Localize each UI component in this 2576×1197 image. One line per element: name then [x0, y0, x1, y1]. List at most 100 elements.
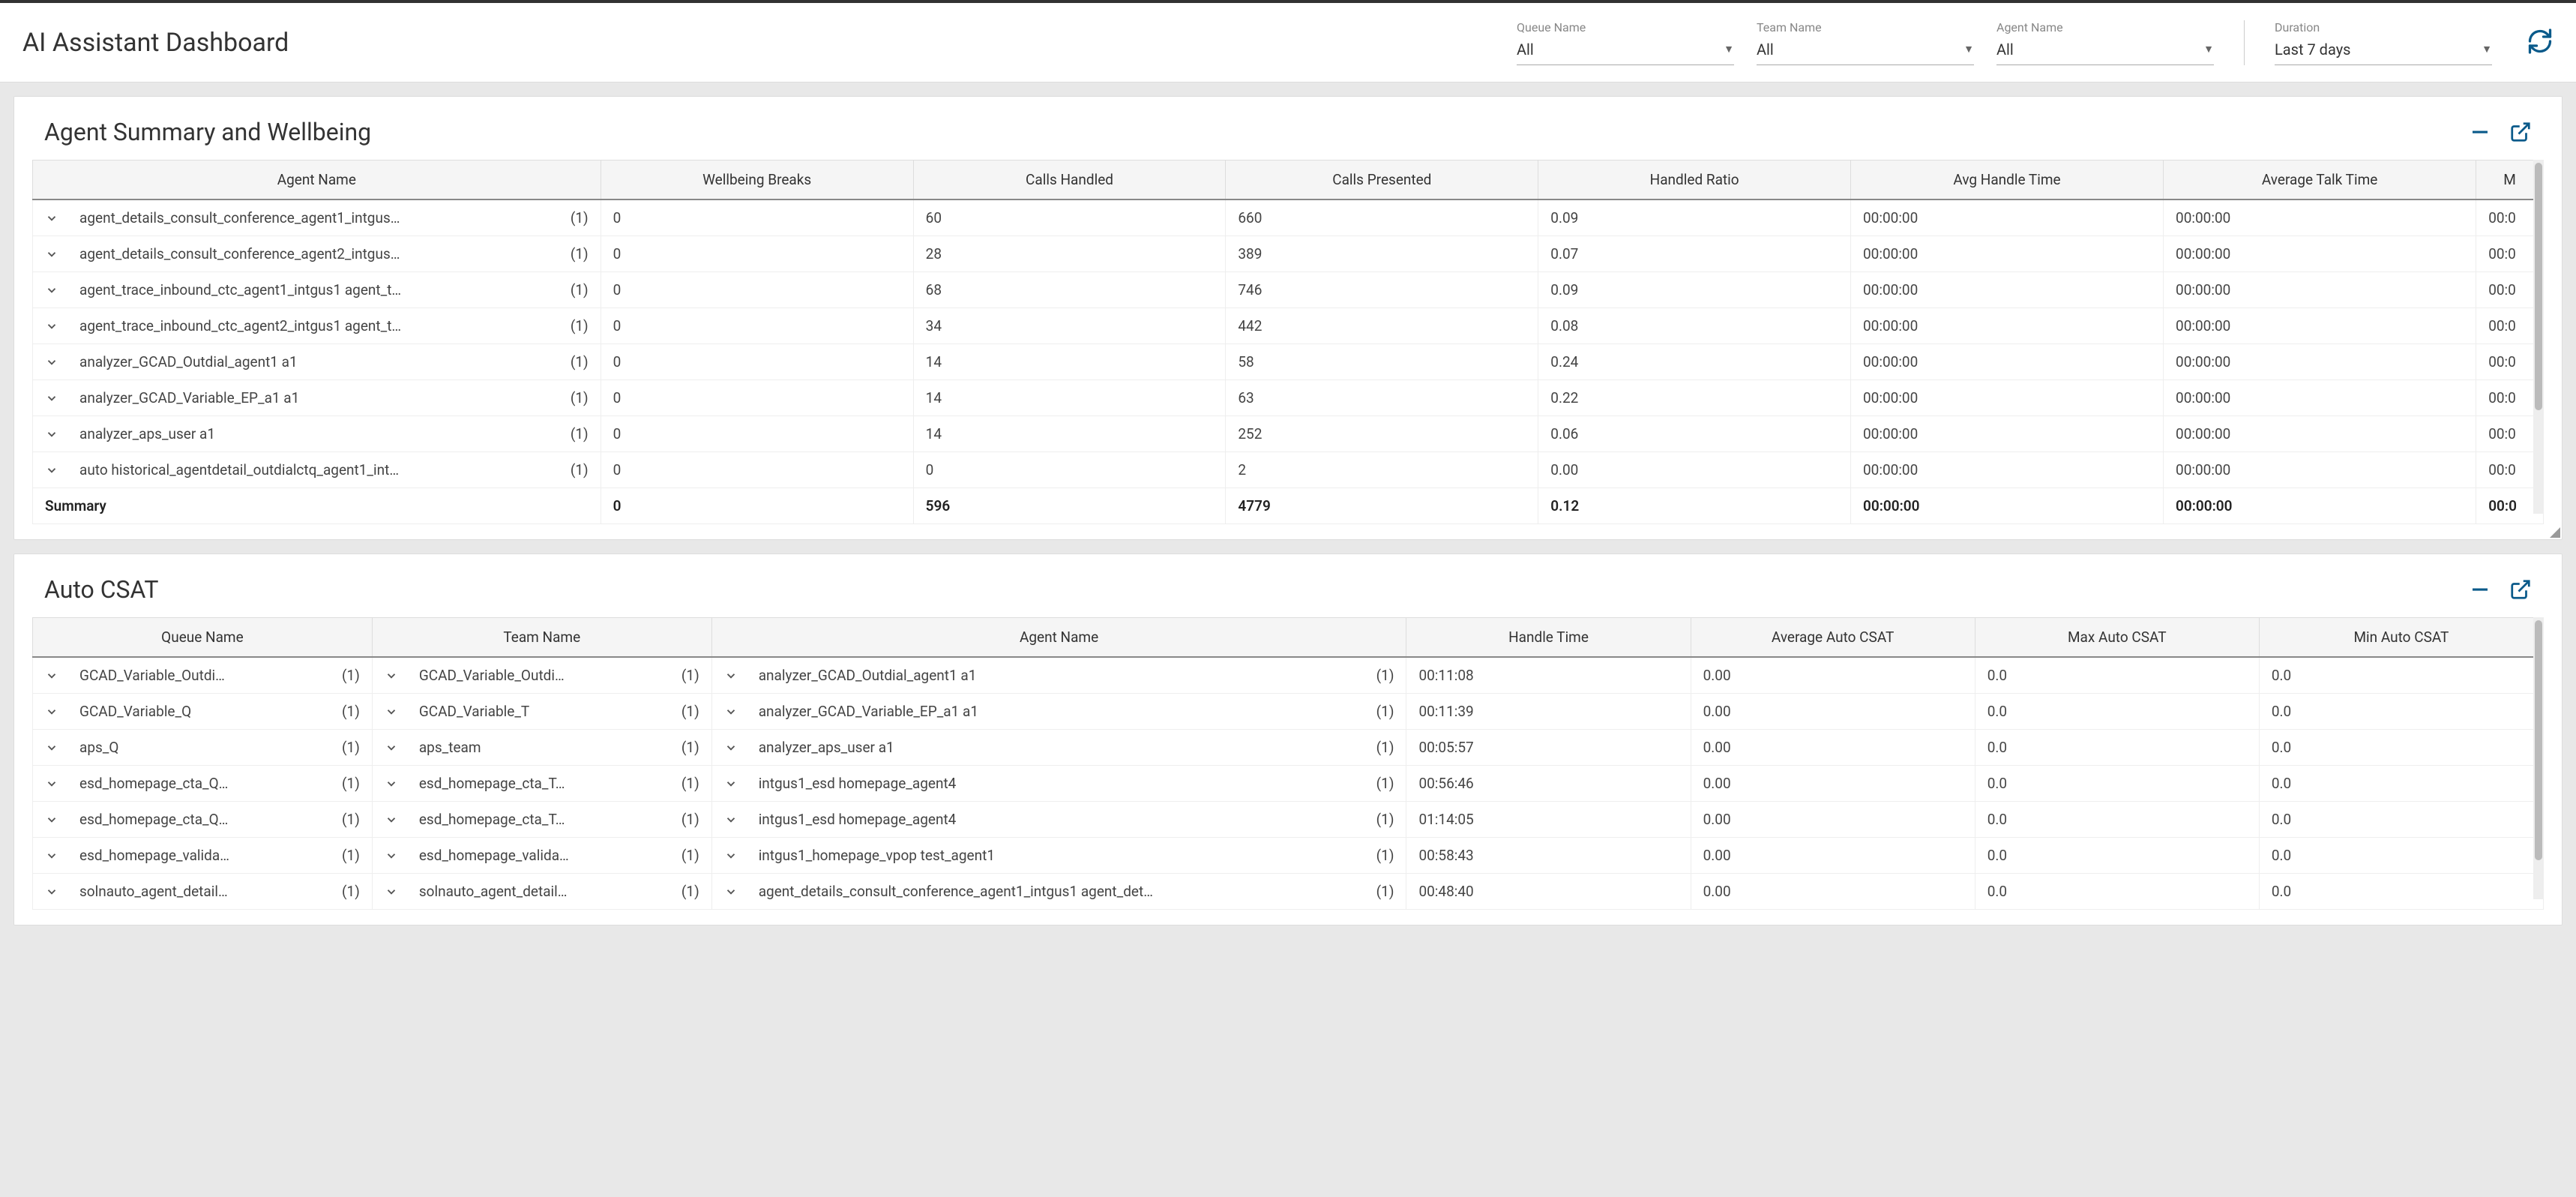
resize-handle[interactable] — [2550, 527, 2560, 538]
expandable-cell[interactable]: solnauto_agent_detail… (1) — [385, 883, 699, 900]
expandable-cell[interactable]: analyzer_GCAD_Variable_EP_a1 a1 (1) — [45, 389, 589, 406]
caret-down-icon: ▼ — [2482, 43, 2492, 56]
open-external-button[interactable] — [2509, 121, 2532, 143]
chevron-down-icon[interactable] — [385, 813, 398, 826]
chevron-down-icon[interactable] — [724, 885, 738, 898]
column-header[interactable]: Handled Ratio — [1538, 160, 1851, 200]
expandable-cell[interactable]: intgus1_esd homepage_agent4 (1) — [724, 775, 1394, 792]
column-header[interactable]: Handle Time — [1406, 618, 1691, 658]
vertical-scrollbar[interactable] — [2533, 617, 2544, 899]
column-header[interactable]: Wellbeing Breaks — [601, 160, 913, 200]
column-header[interactable]: Agent Name — [33, 160, 601, 200]
chevron-down-icon[interactable] — [45, 777, 58, 790]
chevron-down-icon[interactable] — [724, 705, 738, 718]
expandable-cell[interactable]: agent_details_consult_conference_agent2_… — [45, 245, 589, 262]
expandable-cell[interactable]: GCAD_Variable_Outdi… (1) — [385, 667, 699, 684]
expandable-cell[interactable]: aps_Q (1) — [45, 739, 360, 756]
expandable-cell[interactable]: intgus1_homepage_vpop test_agent1 (1) — [724, 847, 1394, 864]
panel-header: Auto CSAT — [14, 554, 2562, 617]
column-header[interactable]: Average Auto CSAT — [1691, 618, 1975, 658]
row-count: (1) — [342, 811, 360, 828]
expandable-cell[interactable]: auto historical_agentdetail_outdialctq_a… — [45, 461, 589, 478]
chevron-down-icon[interactable] — [385, 849, 398, 862]
row-name: GCAD_Variable_Q — [79, 703, 316, 720]
expandable-cell[interactable]: esd_homepage_valida… (1) — [385, 847, 699, 864]
expandable-cell[interactable]: esd_homepage_cta_Q… (1) — [45, 811, 360, 828]
cell-avg-handle-time: 00:00:00 — [1851, 380, 2164, 416]
expandable-cell[interactable]: analyzer_aps_user a1 (1) — [45, 425, 589, 442]
expandable-cell[interactable]: esd_homepage_cta_T… (1) — [385, 811, 699, 828]
expandable-cell[interactable]: analyzer_GCAD_Variable_EP_a1 a1 (1) — [724, 703, 1394, 720]
chevron-down-icon[interactable] — [385, 741, 398, 754]
chevron-down-icon[interactable] — [45, 248, 58, 261]
chevron-down-icon[interactable] — [45, 356, 58, 369]
expandable-cell[interactable]: esd_homepage_valida… (1) — [45, 847, 360, 864]
expandable-cell[interactable]: GCAD_Variable_Outdi… (1) — [45, 667, 360, 684]
expandable-cell[interactable]: agent_trace_inbound_ctc_agent2_intgus1 a… — [45, 317, 589, 334]
cell-min-csat: 0.0 — [2259, 730, 2543, 766]
column-header[interactable]: Queue Name — [33, 618, 373, 658]
filter-team-select[interactable]: All ▼ — [1757, 38, 1974, 65]
chevron-down-icon[interactable] — [45, 705, 58, 718]
expandable-cell[interactable]: aps_team (1) — [385, 739, 699, 756]
expandable-cell[interactable]: analyzer_GCAD_Outdial_agent1 a1 (1) — [724, 667, 1394, 684]
expandable-cell[interactable]: agent_trace_inbound_ctc_agent1_intgus1 a… — [45, 281, 589, 298]
column-header[interactable]: Calls Handled — [913, 160, 1226, 200]
expandable-cell[interactable]: agent_details_consult_conference_agent1_… — [724, 883, 1394, 900]
chevron-down-icon[interactable] — [385, 777, 398, 790]
chevron-down-icon[interactable] — [724, 849, 738, 862]
column-header[interactable]: Max Auto CSAT — [1975, 618, 2259, 658]
open-external-icon — [2509, 578, 2532, 601]
collapse-button[interactable] — [2469, 578, 2491, 601]
chevron-down-icon[interactable] — [724, 741, 738, 754]
expandable-cell[interactable]: esd_homepage_cta_T… (1) — [385, 775, 699, 792]
refresh-button[interactable] — [2527, 28, 2554, 58]
filter-duration-select[interactable]: Last 7 days ▼ — [2275, 38, 2492, 65]
expandable-cell[interactable]: analyzer_GCAD_Outdial_agent1 a1 (1) — [45, 353, 589, 370]
chevron-down-icon[interactable] — [724, 813, 738, 826]
expandable-cell[interactable]: GCAD_Variable_Q (1) — [45, 703, 360, 720]
expandable-cell[interactable]: esd_homepage_cta_Q… (1) — [45, 775, 360, 792]
chevron-down-icon[interactable] — [385, 705, 398, 718]
expandable-cell[interactable]: analyzer_aps_user a1 (1) — [724, 739, 1394, 756]
summary-handled-ratio: 0.12 — [1538, 488, 1851, 524]
chevron-down-icon[interactable] — [45, 885, 58, 898]
chevron-down-icon[interactable] — [45, 284, 58, 297]
expandable-cell[interactable]: solnauto_agent_detail… (1) — [45, 883, 360, 900]
chevron-down-icon[interactable] — [385, 885, 398, 898]
summary-row: Summary 0 596 4779 0.12 00:00:00 00:00:0… — [33, 488, 2544, 524]
column-header[interactable]: Team Name — [372, 618, 711, 658]
column-header[interactable]: Avg Handle Time — [1851, 160, 2164, 200]
panel-actions — [2469, 578, 2532, 601]
expandable-cell[interactable]: agent_details_consult_conference_agent1_… — [45, 209, 589, 226]
column-header[interactable]: Calls Presented — [1226, 160, 1538, 200]
chevron-down-icon[interactable] — [724, 669, 738, 682]
chevron-down-icon[interactable] — [45, 212, 58, 225]
chevron-down-icon[interactable] — [45, 849, 58, 862]
chevron-down-icon[interactable] — [45, 813, 58, 826]
table-scroll-area[interactable]: Agent NameWellbeing BreaksCalls HandledC… — [32, 160, 2544, 524]
chevron-down-icon[interactable] — [45, 320, 58, 333]
chevron-down-icon[interactable] — [45, 464, 58, 477]
filter-agent-select[interactable]: All ▼ — [1996, 38, 2214, 65]
chevron-down-icon[interactable] — [45, 392, 58, 405]
expandable-cell[interactable]: intgus1_esd homepage_agent4 (1) — [724, 811, 1394, 828]
chevron-down-icon[interactable] — [724, 777, 738, 790]
expandable-cell[interactable]: GCAD_Variable_T (1) — [385, 703, 699, 720]
auto-csat-table: Queue NameTeam NameAgent NameHandle Time… — [32, 617, 2544, 910]
chevron-down-icon[interactable] — [385, 669, 398, 682]
panel-title: Auto CSAT — [44, 575, 2469, 604]
chevron-down-icon[interactable] — [45, 741, 58, 754]
vertical-scrollbar[interactable] — [2533, 160, 2544, 514]
minus-icon — [2469, 578, 2491, 601]
filter-queue-select[interactable]: All ▼ — [1517, 38, 1734, 65]
column-header[interactable]: Agent Name — [711, 618, 1406, 658]
panel-actions — [2469, 121, 2532, 143]
column-header[interactable]: Min Auto CSAT — [2259, 618, 2543, 658]
column-header[interactable]: Average Talk Time — [2164, 160, 2476, 200]
chevron-down-icon[interactable] — [45, 428, 58, 441]
table-scroll-area[interactable]: Queue NameTeam NameAgent NameHandle Time… — [32, 617, 2544, 910]
chevron-down-icon[interactable] — [45, 669, 58, 682]
collapse-button[interactable] — [2469, 121, 2491, 143]
open-external-button[interactable] — [2509, 578, 2532, 601]
